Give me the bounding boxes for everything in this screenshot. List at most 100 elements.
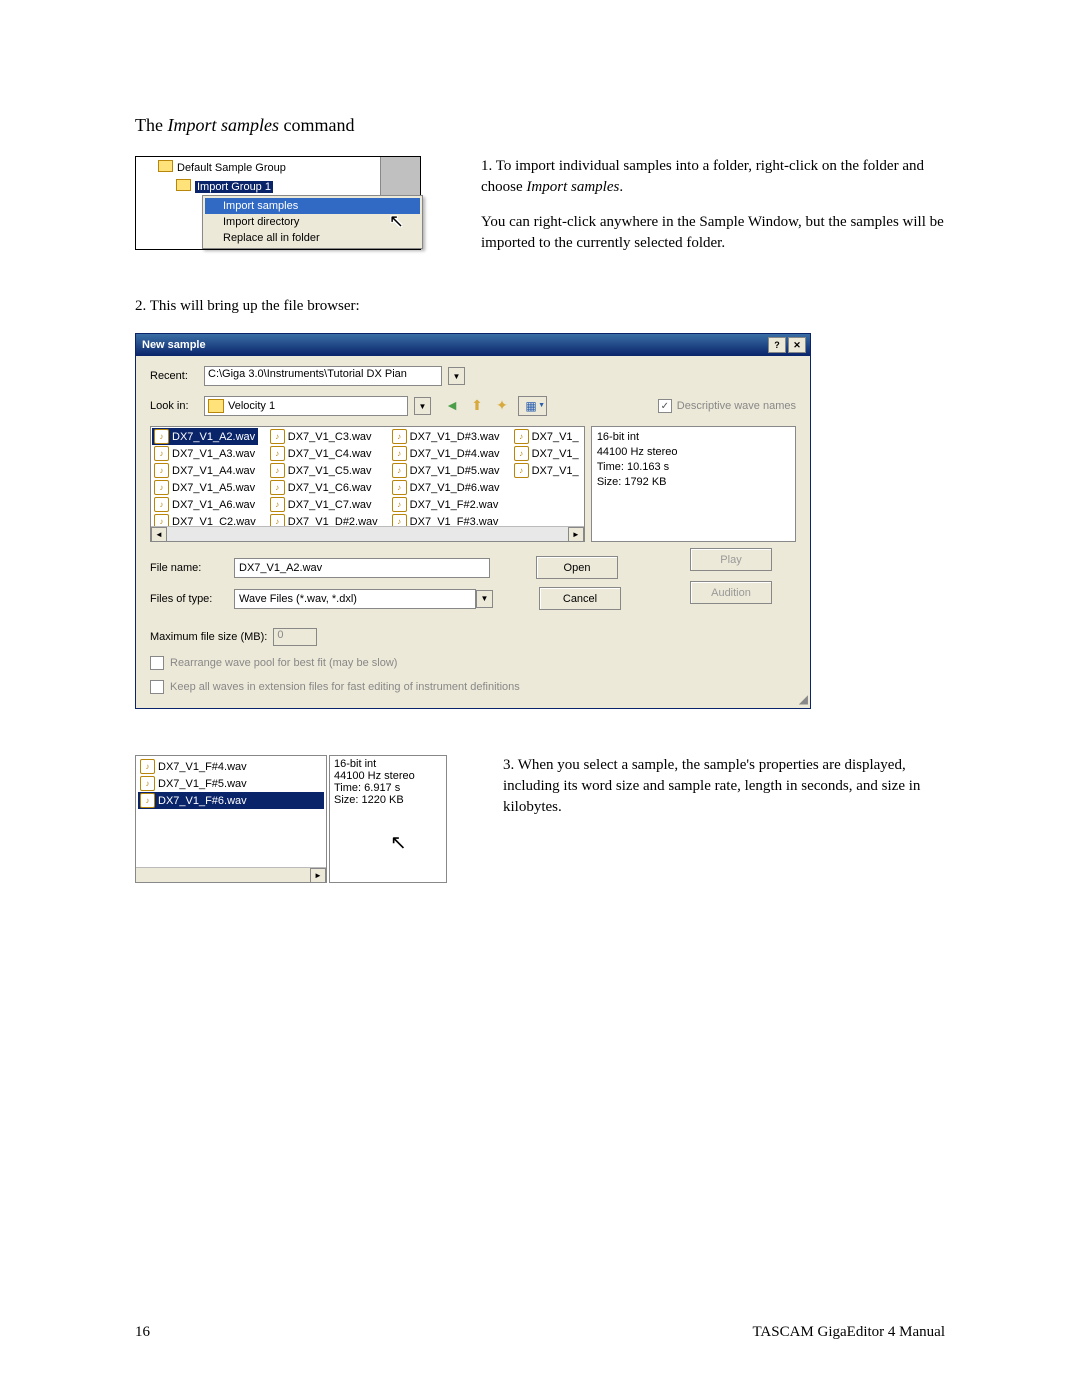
audition-button[interactable]: Audition xyxy=(690,581,772,604)
step1-text: 1. To import individual samples into a f… xyxy=(481,156,945,268)
wave-icon: ♪ xyxy=(270,429,285,444)
wave-icon: ♪ xyxy=(270,463,285,478)
menu-import-samples[interactable]: Import samples xyxy=(205,198,420,214)
section-heading: The Import samples command xyxy=(135,115,945,136)
filetype-dropdown[interactable]: Wave Files (*.wav, *.dxl) xyxy=(234,589,476,609)
help-button[interactable]: ? xyxy=(768,337,786,353)
menu-replace-all[interactable]: Replace all in folder xyxy=(205,230,420,246)
rearrange-label: Rearrange wave pool for best fit (may be… xyxy=(170,657,397,669)
wave-icon: ♪ xyxy=(514,429,529,444)
cursor-icon: ↖ xyxy=(390,830,407,855)
new-folder-icon[interactable]: ✦ xyxy=(493,396,511,414)
lookin-dropdown[interactable]: Velocity 1 xyxy=(204,396,408,416)
file-list[interactable]: ♪DX7_V1_A2.wav ♪DX7_V1_A3.wav ♪DX7_V1_A4… xyxy=(150,426,585,542)
scroll-left-button[interactable]: ◄ xyxy=(151,527,167,542)
wave-icon: ♪ xyxy=(270,446,285,461)
file-item[interactable]: ♪DX7_V1_D#6.wav xyxy=(390,479,502,496)
open-button[interactable]: Open xyxy=(536,556,618,579)
descriptive-names-label: Descriptive wave names xyxy=(677,400,796,412)
file-item[interactable]: ♪DX7_V1_F#6.wav xyxy=(138,792,324,809)
wave-icon: ♪ xyxy=(392,480,407,495)
play-button[interactable]: Play xyxy=(690,548,772,571)
wave-icon: ♪ xyxy=(154,480,169,495)
file-item[interactable]: ♪DX7_V1_C4.wav xyxy=(268,445,380,462)
file-item[interactable]: ♪DX7_V1_A3.wav xyxy=(152,445,258,462)
tree-item-root[interactable]: Default Sample Group xyxy=(136,157,380,176)
recent-dropdown-button[interactable]: ▼ xyxy=(448,367,465,385)
file-item[interactable]: ♪DX7_V1_A6.wav xyxy=(152,496,258,513)
wave-icon: ♪ xyxy=(154,446,169,461)
wave-icon: ♪ xyxy=(154,463,169,478)
file-item[interactable]: ♪DX7_V1_A2.wav xyxy=(152,428,258,445)
properties-box: 16-bit int 44100 Hz stereo Time: 10.163 … xyxy=(591,426,796,542)
file-item[interactable]: ♪DX7_V1_F#2.wav xyxy=(390,496,502,513)
folder-icon xyxy=(158,160,173,172)
rearrange-checkbox[interactable] xyxy=(150,656,164,670)
horizontal-scrollbar[interactable]: ► xyxy=(136,867,326,882)
cancel-button[interactable]: Cancel xyxy=(539,587,621,610)
filetype-label: Files of type: xyxy=(150,593,224,605)
keep-waves-label: Keep all waves in extension files for fa… xyxy=(170,681,520,693)
cursor-icon: ↖ xyxy=(389,211,404,232)
folder-open-icon xyxy=(208,399,224,413)
wave-icon: ♪ xyxy=(392,463,407,478)
filetype-dropdown-button[interactable]: ▼ xyxy=(476,590,493,608)
wave-icon: ♪ xyxy=(140,793,155,808)
wave-icon: ♪ xyxy=(514,463,529,478)
up-one-level-icon[interactable]: ⬆ xyxy=(468,396,486,414)
wave-icon: ♪ xyxy=(392,429,407,444)
tree-item-child[interactable]: Import Group 1 xyxy=(136,176,380,195)
horizontal-scrollbar[interactable]: ◄ ► xyxy=(151,526,584,541)
wave-icon: ♪ xyxy=(270,497,285,512)
manual-title: TASCAM GigaEditor 4 Manual xyxy=(752,1324,945,1341)
menu-import-directory[interactable]: Import directory ↖ xyxy=(205,214,420,230)
file-item[interactable]: ♪DX7_V1_ xyxy=(512,428,581,445)
wave-icon: ♪ xyxy=(154,497,169,512)
step3-text: 3. When you select a sample, the sample'… xyxy=(503,755,945,818)
descriptive-names-checkbox[interactable]: ✓ xyxy=(658,399,672,413)
file-item[interactable]: ♪DX7_V1_ xyxy=(512,445,581,462)
file-item[interactable]: ♪DX7_V1_C5.wav xyxy=(268,462,380,479)
file-item[interactable]: ♪DX7_V1_F#4.wav xyxy=(138,758,324,775)
filename-input[interactable]: DX7_V1_A2.wav xyxy=(234,558,490,578)
file-item[interactable]: ♪DX7_V1_D#4.wav xyxy=(390,445,502,462)
lookin-label: Look in: xyxy=(150,400,198,412)
scroll-right-button[interactable]: ► xyxy=(568,527,584,542)
context-menu: Import samples Import directory ↖ Replac… xyxy=(202,195,423,249)
filename-label: File name: xyxy=(150,562,224,574)
file-item[interactable]: ♪DX7_V1_C7.wav xyxy=(268,496,380,513)
wave-icon: ♪ xyxy=(392,497,407,512)
file-item[interactable]: ♪DX7_V1_F#5.wav xyxy=(138,775,324,792)
sample-list-panel[interactable]: ♪DX7_V1_F#4.wav ♪DX7_V1_F#5.wav ♪DX7_V1_… xyxy=(135,755,327,883)
sample-tree-panel: Default Sample Group Import Group 1 Impo… xyxy=(135,156,421,250)
wave-icon: ♪ xyxy=(140,776,155,791)
back-icon[interactable]: ◄ xyxy=(443,396,461,414)
wave-icon: ♪ xyxy=(140,759,155,774)
keep-waves-checkbox[interactable] xyxy=(150,680,164,694)
file-item[interactable]: ♪DX7_V1_C6.wav xyxy=(268,479,380,496)
file-item[interactable]: ♪DX7_V1_ xyxy=(512,462,581,479)
resize-grip-icon[interactable]: ◢ xyxy=(799,692,808,706)
tree-right-gutter xyxy=(380,157,420,195)
wave-icon: ♪ xyxy=(270,480,285,495)
wave-icon: ♪ xyxy=(154,429,169,444)
recent-dropdown[interactable]: C:\Giga 3.0\Instruments\Tutorial DX Pian xyxy=(204,366,442,386)
folder-icon xyxy=(176,179,191,191)
file-item[interactable]: ♪DX7_V1_A5.wav xyxy=(152,479,258,496)
file-item[interactable]: ♪DX7_V1_A4.wav xyxy=(152,462,258,479)
file-item[interactable]: ♪DX7_V1_C3.wav xyxy=(268,428,380,445)
dialog-title: New sample xyxy=(142,339,206,351)
lookin-dropdown-button[interactable]: ▼ xyxy=(414,397,431,415)
sample-properties-panel: 16-bit int 44100 Hz stereo Time: 6.917 s… xyxy=(329,755,447,883)
new-sample-dialog: New sample ? ✕ Recent: C:\Giga 3.0\Instr… xyxy=(135,333,811,709)
file-item[interactable]: ♪DX7_V1_D#3.wav xyxy=(390,428,502,445)
scroll-right-button[interactable]: ► xyxy=(310,868,326,883)
step2-text: 2. This will bring up the file browser: xyxy=(135,298,945,315)
close-button[interactable]: ✕ xyxy=(788,337,806,353)
max-filesize-input[interactable]: 0 xyxy=(273,628,317,646)
wave-icon: ♪ xyxy=(392,446,407,461)
view-menu-icon[interactable]: ▦ xyxy=(518,396,547,416)
max-filesize-label: Maximum file size (MB): xyxy=(150,631,267,643)
file-item[interactable]: ♪DX7_V1_D#5.wav xyxy=(390,462,502,479)
wave-icon: ♪ xyxy=(514,446,529,461)
